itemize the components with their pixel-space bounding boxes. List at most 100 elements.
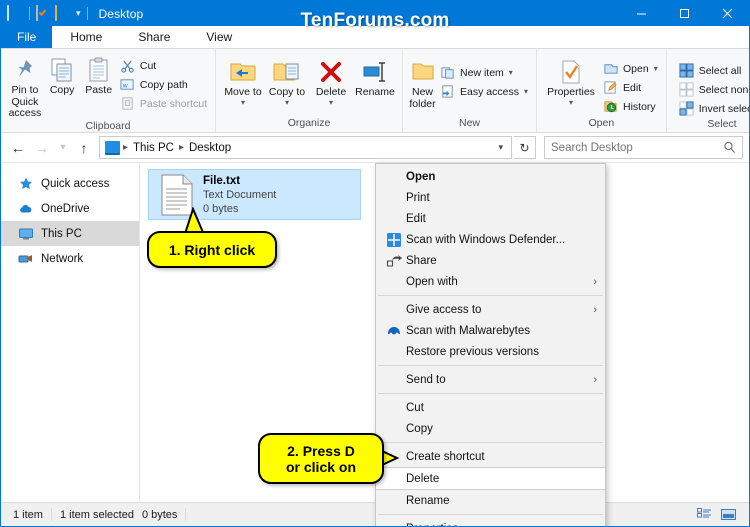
breadcrumb-desktop[interactable]: Desktop (185, 142, 235, 154)
menu-label: Open with (406, 275, 458, 288)
ribbon-group-open: Properties ▾ Open ▾ Edit History Open (537, 49, 667, 132)
explorer-icon[interactable] (7, 4, 23, 22)
group-title-organize: Organize (287, 117, 331, 129)
new-folder-button[interactable]: New folder (408, 54, 437, 110)
menu-item-give-access-to[interactable]: Give access to › (376, 299, 605, 320)
paste-shortcut-icon (122, 97, 133, 110)
network-icon (18, 254, 32, 262)
up-arrow-icon[interactable]: ↑ (73, 137, 95, 159)
chevron-down-icon[interactable]: ▾ (285, 98, 289, 107)
sidebar-item-quick-access[interactable]: Quick access (1, 171, 139, 196)
chevron-down-icon[interactable]: ▾ (569, 98, 573, 107)
details-view-icon[interactable] (693, 505, 715, 524)
chevron-down-icon[interactable]: ▾ (329, 98, 333, 107)
menu-item-cut[interactable]: Cut (376, 397, 605, 418)
address-bar: ← → ▾ ↑ ▸ This PC ▸ Desktop ▾ ↻ Search D… (1, 133, 749, 163)
chevron-down-icon[interactable]: ▾ (654, 64, 658, 73)
invert-selection-button[interactable]: Invert selection (676, 99, 749, 118)
chevron-down-icon[interactable]: ▾ (524, 87, 528, 96)
easy-access-button[interactable]: Easy access ▾ (437, 82, 531, 101)
menu-item-properties[interactable]: Properties (376, 518, 605, 527)
menu-item-edit[interactable]: Edit (376, 208, 605, 229)
menu-item-open[interactable]: Open (376, 166, 605, 187)
breadcrumb-dropdown-icon[interactable]: ▾ (492, 142, 509, 153)
window-title: Desktop (98, 6, 144, 21)
move-to-button[interactable]: Move to ▾ (221, 54, 265, 107)
invert-selection-label: Invert selection (698, 102, 749, 115)
rename-button[interactable]: Rename (353, 54, 397, 99)
tab-file[interactable]: File (1, 26, 53, 48)
rename-label: Rename (355, 86, 395, 98)
cut-label: Cut (139, 59, 157, 72)
chevron-down-icon[interactable]: ▾ (76, 9, 81, 18)
new-item-label: New item (460, 66, 504, 79)
menu-item-create-shortcut[interactable]: Create shortcut (376, 446, 605, 467)
menu-item-scan-malwarebytes[interactable]: Scan with Malwarebytes (376, 320, 605, 341)
properties-icon (558, 57, 584, 87)
breadcrumb[interactable]: ▸ This PC ▸ Desktop ▾ (99, 136, 512, 159)
maximize-icon[interactable] (663, 1, 706, 26)
open-button[interactable]: Open ▾ (600, 59, 661, 78)
menu-item-copy[interactable]: Copy (376, 418, 605, 439)
recent-locations-icon[interactable]: ▾ (55, 137, 71, 159)
selection-info: 1 item selected (59, 508, 134, 521)
title-bar: ▾ Desktop TenForums.com (1, 1, 749, 31)
chevron-down-icon[interactable]: ▾ (509, 68, 513, 77)
paste-shortcut-button[interactable]: Paste shortcut (117, 94, 210, 113)
edit-button[interactable]: Edit (600, 78, 661, 97)
select-all-icon (679, 63, 694, 78)
chevron-down-icon[interactable]: ▾ (241, 98, 245, 107)
history-button[interactable]: History (600, 97, 661, 116)
file-name: File.txt (203, 174, 241, 187)
new-item-button[interactable]: New item ▾ (437, 63, 531, 82)
cut-button[interactable]: Cut (117, 56, 210, 75)
menu-separator (378, 442, 603, 443)
delete-button[interactable]: Delete ▾ (309, 54, 353, 107)
menu-label: Edit (406, 212, 426, 225)
forward-arrow-icon[interactable]: → (31, 137, 53, 159)
copy-to-button[interactable]: Copy to ▾ (265, 54, 309, 107)
menu-item-share[interactable]: Share (376, 250, 605, 271)
menu-item-print[interactable]: Print (376, 187, 605, 208)
sidebar-item-this-pc[interactable]: This PC (1, 221, 139, 246)
copy-to-icon (272, 57, 302, 87)
back-arrow-icon[interactable]: ← (7, 137, 29, 159)
copy-path-icon: w (120, 79, 134, 90)
menu-item-open-with[interactable]: Open with › (376, 271, 605, 292)
sidebar-item-onedrive[interactable]: OneDrive (1, 196, 139, 221)
minimize-icon[interactable] (620, 1, 663, 26)
breadcrumb-this-pc[interactable]: This PC (129, 142, 178, 154)
menu-item-rename[interactable]: Rename (376, 490, 605, 511)
large-icons-view-icon[interactable] (717, 505, 739, 524)
search-input[interactable]: Search Desktop (544, 136, 743, 159)
delete-label: Delete (315, 86, 347, 98)
sidebar-item-network[interactable]: Network (1, 246, 139, 271)
group-title-select: Select (707, 118, 737, 130)
paste-button[interactable]: Paste (80, 52, 117, 97)
new-folder-icon[interactable] (55, 4, 71, 22)
tab-view[interactable]: View (188, 26, 250, 48)
refresh-icon[interactable]: ↻ (514, 136, 536, 159)
copy-button[interactable]: Copy (44, 52, 81, 97)
properties-button[interactable]: Properties ▾ (542, 54, 600, 107)
copy-path-button[interactable]: w Copy path (117, 75, 210, 94)
toolbar-divider-2 (86, 7, 88, 20)
menu-item-scan-windows-defender[interactable]: Scan with Windows Defender... (376, 229, 605, 250)
tab-home[interactable]: Home (52, 26, 121, 48)
select-all-button[interactable]: Select all (676, 61, 749, 80)
pin-to-quick-access-button[interactable]: Pin to Quick access (6, 52, 44, 120)
menu-item-delete[interactable]: Delete (376, 467, 605, 490)
menu-label: Send to (406, 373, 446, 386)
select-none-button[interactable]: Select none (676, 80, 749, 99)
properties-icon[interactable] (36, 4, 52, 22)
menu-item-restore-previous-versions[interactable]: Restore previous versions (376, 341, 605, 362)
close-icon[interactable] (706, 1, 749, 26)
menu-label: Properties (406, 523, 458, 527)
menu-item-send-to[interactable]: Send to › (376, 369, 605, 390)
rename-icon (360, 57, 390, 87)
move-to-label: Move to (224, 86, 262, 98)
search-icon (724, 141, 736, 153)
menu-label: Rename (406, 494, 450, 507)
tab-share[interactable]: Share (120, 26, 188, 48)
toolbar-divider (29, 7, 30, 20)
